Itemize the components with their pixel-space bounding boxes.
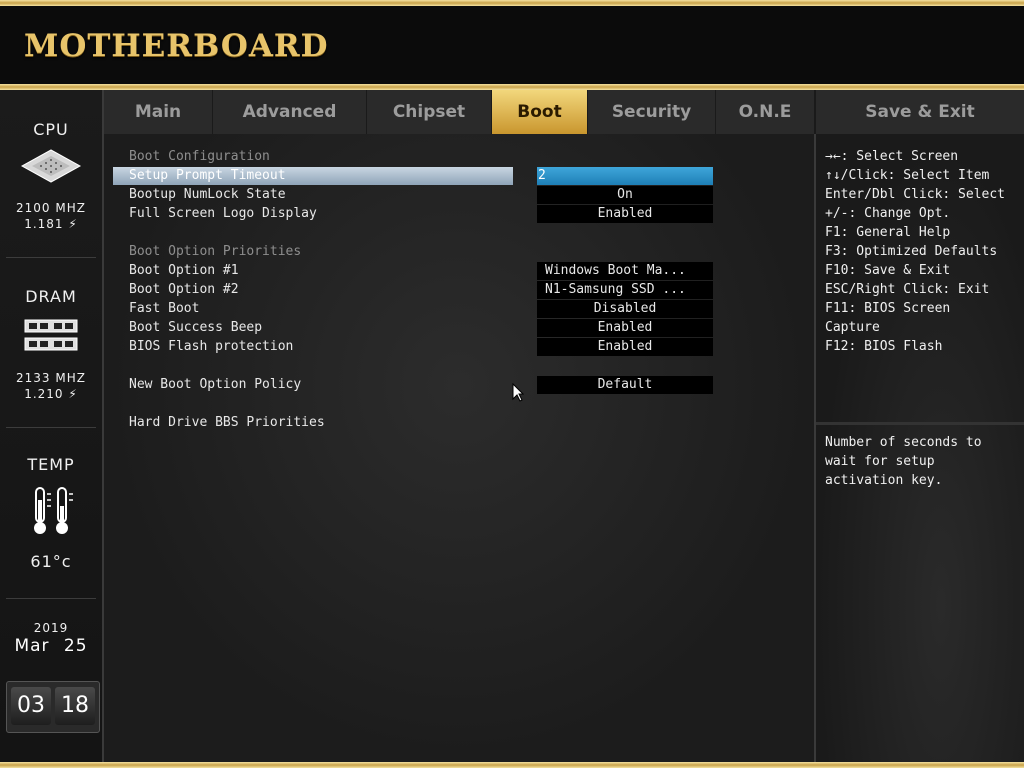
section-boot-configuration: Boot Configuration [129,149,270,164]
memory-module-icon [24,319,78,351]
key-help-list: →←: Select Screen ↑↓/Click: Select Item … [825,147,1005,356]
help-key-line: ↑↓/Click: Select Item [825,168,990,183]
help-panel: →←: Select Screen ↑↓/Click: Select Item … [816,134,1024,762]
setting-bios-flash-protection[interactable]: BIOS Flash protection [129,338,293,356]
cpu-voltage: 1.181 ⚡ [24,217,78,231]
mouse-pointer-icon [512,383,524,402]
date-month: Mar [14,636,50,656]
clock-minutes: 18 [55,687,95,725]
boot-success-beep-value[interactable]: Enabled [537,319,713,337]
sidebar-divider [6,427,96,428]
setup-prompt-timeout-value[interactable]: 2 [537,167,713,185]
help-key-line: Capture [825,320,880,335]
cpu-status: CPU 2100 MHZ 1.181 ⚡ [0,120,102,232]
help-key-line: F12: BIOS Flash [825,339,943,354]
dram-status: DRAM 2133 MHZ 1.210 ⚡ [0,287,102,402]
submenu-hard-drive-bbs-priorities[interactable]: Hard Drive BBS Priorities [129,414,325,432]
help-key-line: F1: General Help [825,225,951,240]
new-boot-option-policy-value[interactable]: Default [537,376,713,394]
sidebar-divider [6,257,96,258]
help-key-line: →←: Select Screen [825,149,959,164]
tab-one[interactable]: O.N.E [716,90,814,134]
help-key-line: +/-: Change Opt. [825,206,951,221]
tab-boot[interactable]: Boot [492,90,588,134]
setting-full-screen-logo[interactable]: Full Screen Logo Display [129,205,317,223]
setting-fast-boot[interactable]: Fast Boot [129,300,199,318]
header: MOTHERBOARD [0,6,1024,84]
cpu-title: CPU [33,120,69,139]
dram-title: DRAM [25,287,77,306]
boot-settings-panel: Boot Configuration Setup Prompt Timeout … [104,134,816,762]
setting-boot-option-2[interactable]: Boot Option #2 [129,281,239,299]
cpu-chip-icon [20,149,82,183]
date-year: 2019 [33,621,69,635]
section-boot-option-priorities: Boot Option Priorities [129,244,302,259]
status-sidebar: CPU 2100 MHZ 1.181 ⚡ DRAM 2133 MHZ 1.210… [0,90,104,762]
clock-hours: 03 [11,687,51,725]
full-screen-logo-value[interactable]: Enabled [537,205,713,223]
date-day: 25 [63,636,88,656]
setting-numlock-state[interactable]: Bootup NumLock State [129,186,286,204]
boot-option-2-value[interactable]: N1-Samsung SSD ... [537,281,713,299]
cpu-frequency: 2100 MHZ [16,201,86,215]
numlock-state-value[interactable]: On [537,186,713,204]
thermometer-icon [34,487,73,534]
help-key-line: ESC/Right Click: Exit [825,282,990,297]
temperature-status: TEMP 61°c [0,455,102,571]
help-key-line: F3: Optimized Defaults [825,244,998,259]
bios-flash-protection-value[interactable]: Enabled [537,338,713,356]
tab-chipset[interactable]: Chipset [367,90,492,134]
tab-security[interactable]: Security [588,90,716,134]
date-display: 2019 Mar 25 [0,620,102,656]
tab-bar: Main Advanced Chipset Boot Security O.N.… [104,90,814,134]
dram-voltage: 1.210 ⚡ [24,387,78,401]
setting-boot-success-beep[interactable]: Boot Success Beep [129,319,262,337]
boot-option-1-value[interactable]: Windows Boot Ma... [537,262,713,280]
help-key-line: F11: BIOS Screen [825,301,951,316]
item-description: Number of seconds to wait for setup acti… [825,435,982,488]
help-key-line: Enter/Dbl Click: Select [825,187,1006,202]
setting-boot-option-1[interactable]: Boot Option #1 [129,262,239,280]
setting-new-boot-option-policy[interactable]: New Boot Option Policy [129,376,301,394]
dram-frequency: 2133 MHZ [16,371,86,385]
temp-value: 61°c [30,552,72,571]
help-key-line: F10: Save & Exit [825,263,951,278]
tab-save-exit[interactable]: Save & Exit [816,90,1024,134]
setting-setup-prompt-timeout[interactable]: Setup Prompt Timeout [113,167,513,185]
tab-advanced[interactable]: Advanced [213,90,367,134]
flip-clock: 03 18 [6,681,100,733]
brand-logo: MOTHERBOARD [24,28,329,64]
sidebar-divider [6,598,96,599]
fast-boot-value[interactable]: Disabled [537,300,713,318]
temp-title: TEMP [27,455,75,474]
bottom-gold-border [0,762,1024,768]
help-divider [816,422,1024,425]
tab-main[interactable]: Main [104,90,213,134]
